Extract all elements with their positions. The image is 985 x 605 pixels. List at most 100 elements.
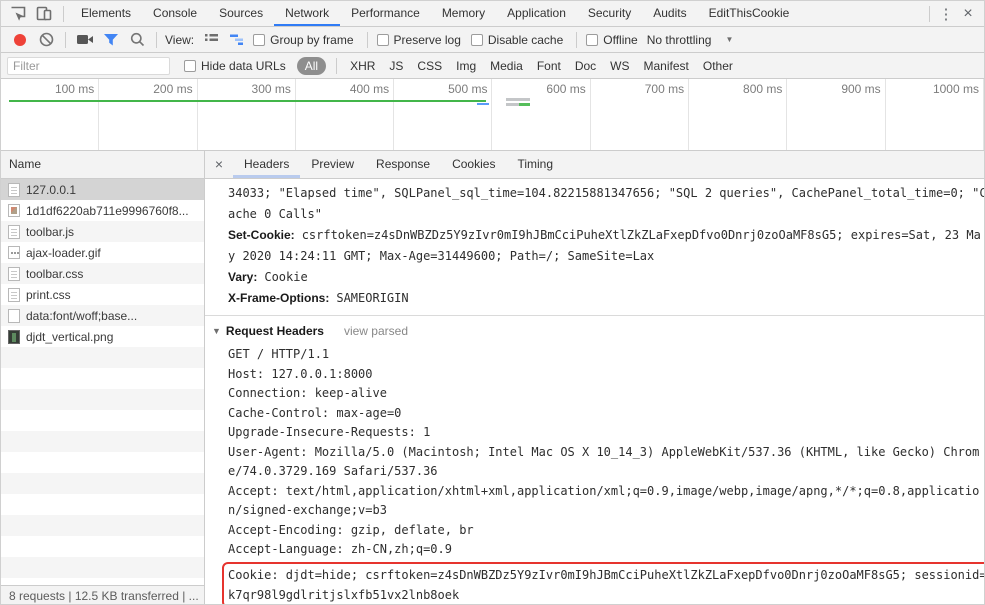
inspect-element-icon[interactable]: [5, 2, 31, 26]
image-icon: [8, 246, 20, 259]
request-row[interactable]: 127.0.0.1: [1, 179, 204, 200]
tab-memory[interactable]: Memory: [431, 1, 496, 26]
search-icon[interactable]: [124, 28, 150, 52]
request-header-line: Accept-Language: zh-CN,zh;q=0.9: [228, 542, 452, 556]
request-name: toolbar.css: [26, 266, 84, 281]
close-detail-icon[interactable]: ×: [205, 151, 233, 178]
header-value: csrftoken=z4sDnWBZDz5Y9zIvr0mI9hJBmCciPu…: [301, 228, 981, 242]
tab-sources[interactable]: Sources: [208, 1, 274, 26]
filter-type-xhr[interactable]: XHR: [343, 59, 382, 73]
header-value: SAMEORIGIN: [336, 291, 409, 305]
offline-checkbox[interactable]: Offline: [586, 33, 638, 47]
request-name: djdt_vertical.png: [26, 329, 114, 344]
response-header-line: 34033; "Elapsed time", SQLPanel_sql_time…: [228, 186, 984, 200]
request-row[interactable]: djdt_vertical.png: [1, 326, 204, 347]
request-row[interactable]: data:font/woff;base...: [1, 305, 204, 326]
devtools-window: Elements Console Sources Network Perform…: [0, 0, 985, 605]
waterfall-view-icon[interactable]: [224, 28, 250, 52]
document-icon: [8, 266, 20, 281]
filter-type-js[interactable]: JS: [382, 59, 410, 73]
tab-elements[interactable]: Elements: [70, 1, 142, 26]
timeline-waterfall-marker: [506, 98, 530, 101]
headers-content[interactable]: 34033; "Elapsed time", SQLPanel_sql_time…: [205, 179, 984, 604]
cookie-highlight-box: Cookie: djdt=hide; csrftoken=z4sDnWBZDz5…: [222, 561, 984, 604]
throttling-value: No throttling: [646, 32, 712, 47]
list-view-icon[interactable]: [198, 28, 224, 52]
filter-type-font[interactable]: Font: [530, 59, 568, 73]
divider: [336, 57, 338, 74]
view-label: View:: [165, 32, 195, 47]
tab-timing[interactable]: Timing: [506, 151, 564, 178]
filter-type-doc[interactable]: Doc: [568, 59, 603, 73]
tab-headers[interactable]: Headers: [233, 151, 300, 178]
tab-audits[interactable]: Audits: [642, 1, 697, 26]
timeline-tick: 900 ms: [787, 79, 886, 150]
requests-list: 127.0.0.1 1d1df6220ab711e9996760f8... to…: [1, 179, 204, 585]
disable-cache-checkbox[interactable]: Disable cache: [470, 33, 563, 47]
response-header-line: Vary: Cookie: [228, 267, 984, 288]
request-row[interactable]: print.css: [1, 284, 204, 305]
detail-tabbar: × Headers Preview Response Cookies Timin…: [205, 151, 984, 179]
timeline-tick: 800 ms: [689, 79, 788, 150]
cookie-header-line: Cookie: djdt=hide; csrftoken=z4sDnWBZDz5…: [228, 567, 984, 582]
filter-type-media[interactable]: Media: [483, 59, 530, 73]
tab-preview[interactable]: Preview: [300, 151, 365, 178]
timeline-tick: 100 ms: [1, 79, 100, 150]
clear-button[interactable]: [33, 28, 59, 52]
tab-response[interactable]: Response: [365, 151, 441, 178]
filter-icon[interactable]: [98, 28, 124, 52]
timeline-blue-bar: [477, 103, 489, 105]
timeline-tick: 700 ms: [591, 79, 690, 150]
request-header-line: n/signed-exchange;v=b3: [228, 503, 387, 517]
tab-console[interactable]: Console: [142, 1, 208, 26]
disclosure-triangle-icon[interactable]: ▼: [212, 320, 221, 342]
timeline-tick: 500 ms: [394, 79, 493, 150]
view-parsed-link[interactable]: view parsed: [344, 324, 408, 338]
request-detail-panel: × Headers Preview Response Cookies Timin…: [205, 151, 984, 604]
tab-cookies[interactable]: Cookies: [441, 151, 506, 178]
device-toolbar-icon[interactable]: [31, 2, 57, 26]
name-column-header[interactable]: Name: [1, 151, 204, 179]
tab-security[interactable]: Security: [577, 1, 642, 26]
timeline-overview[interactable]: 100 ms 200 ms 300 ms 400 ms 500 ms 600 m…: [1, 79, 984, 151]
header-name: X-Frame-Options:: [228, 291, 330, 305]
filter-type-img[interactable]: Img: [449, 59, 483, 73]
checkbox-box: [376, 33, 389, 46]
hide-data-urls-checkbox[interactable]: Hide data URLs: [184, 59, 286, 73]
network-main: Name 127.0.0.1 1d1df6220ab711e9996760f8.…: [1, 151, 984, 604]
divider: [63, 5, 64, 22]
tab-performance[interactable]: Performance: [340, 1, 431, 26]
request-name: data:font/woff;base...: [26, 308, 138, 323]
capture-screenshots-icon[interactable]: [72, 28, 98, 52]
request-summary: 8 requests | 12.5 KB transferred | ...: [9, 589, 199, 603]
header-value: Cookie: [264, 270, 308, 284]
response-header-line: X-Frame-Options: SAMEORIGIN: [228, 288, 984, 309]
filter-type-other[interactable]: Other: [696, 59, 740, 73]
close-devtools-icon[interactable]: ×: [956, 2, 980, 26]
image-icon: [8, 329, 20, 344]
request-row[interactable]: 1d1df6220ab711e9996760f8...: [1, 200, 204, 221]
record-button[interactable]: [7, 28, 33, 52]
filter-type-all[interactable]: All: [296, 56, 327, 75]
response-header-line: ache 0 Calls": [228, 207, 322, 221]
filter-type-manifest[interactable]: Manifest: [637, 59, 696, 73]
request-row[interactable]: toolbar.js: [1, 221, 204, 242]
timeline-tick: 600 ms: [492, 79, 591, 150]
tab-editthiscookie[interactable]: EditThisCookie: [698, 1, 801, 26]
request-row[interactable]: ajax-loader.gif: [1, 242, 204, 263]
group-by-frame-checkbox[interactable]: Group by frame: [253, 33, 354, 47]
kebab-menu-icon[interactable]: ⋮: [936, 2, 956, 26]
filter-input[interactable]: [7, 56, 170, 75]
request-header-line: e/74.0.3729.169 Safari/537.36: [228, 464, 438, 478]
section-title: Request Headers: [225, 324, 324, 338]
checkbox-box: [586, 33, 599, 46]
divider: [576, 31, 578, 48]
filter-type-css[interactable]: CSS: [410, 59, 449, 73]
throttling-dropdown[interactable]: No throttling ▼: [647, 33, 734, 47]
filter-type-ws[interactable]: WS: [603, 59, 636, 73]
preserve-log-checkbox[interactable]: Preserve log: [376, 33, 461, 47]
tab-application[interactable]: Application: [496, 1, 577, 26]
request-header-line: Upgrade-Insecure-Requests: 1: [228, 425, 431, 439]
tab-network[interactable]: Network: [274, 1, 340, 26]
request-row[interactable]: toolbar.css: [1, 263, 204, 284]
